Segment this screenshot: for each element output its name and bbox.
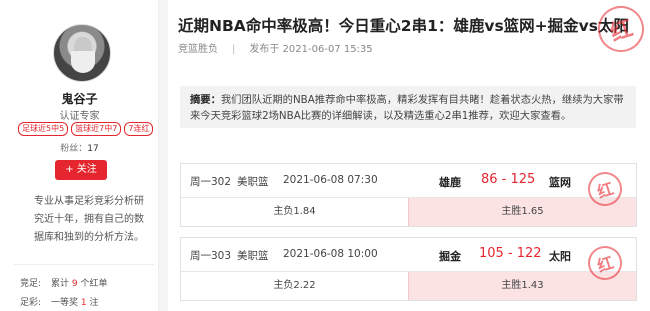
- match-info: 周一303 美职篮 2021-06-08 10:00 掘金 105 - 122 …: [181, 238, 636, 285]
- match-options: 主负2.22 主胜1.43: [181, 272, 636, 300]
- article-date: 发布于 2021-06-07 15:35: [249, 44, 373, 55]
- article-summary: 摘要：我们团队近期的NBA推荐命中率极高，精彩发挥有目共睹！趁着状态火热，继续为…: [180, 86, 636, 128]
- sidebar-divider: [14, 264, 154, 265]
- summary-label: 摘要：: [190, 94, 221, 106]
- article-title: 近期NBA命中率极高！今日重心2串1：雄鹿vs篮网+掘金vs太阳: [178, 17, 630, 35]
- away-team: 篮网: [549, 176, 571, 189]
- avatar[interactable]: [53, 24, 111, 82]
- stat-key: 竞足:: [20, 279, 42, 289]
- match-score: 105 - 122: [479, 246, 542, 261]
- match-card: 周一302 美职篮 2021-06-08 07:30 雄鹿 86 - 125 篮…: [180, 163, 637, 227]
- fans-count: 粉丝：17: [0, 141, 159, 154]
- match-code: 周一302: [190, 176, 232, 188]
- author-title: 认证专家: [59, 111, 100, 122]
- author-sidebar: 鬼谷子 认证专家 足球近5中5 篮球近7中7 7连红 粉丝：17 + 关注 专业…: [0, 0, 159, 311]
- match-info: 周一302 美职篮 2021-06-08 07:30 雄鹿 86 - 125 篮…: [181, 164, 636, 211]
- stat-key: 足彩:: [20, 298, 42, 308]
- home-team: 雄鹿: [439, 176, 461, 189]
- author-name[interactable]: 鬼谷子: [0, 90, 159, 107]
- tag-streak: 7连红: [124, 122, 154, 136]
- match-card: 周一303 美职篮 2021-06-08 10:00 掘金 105 - 122 …: [180, 237, 637, 301]
- match-league: 美职篮: [237, 250, 269, 262]
- fans-label: 粉丝：: [60, 144, 88, 154]
- author-bio: 专业从事足彩竞彩分析研究近十年，拥有自己的数据库和独到的分析方法。: [34, 196, 144, 243]
- home-team: 掘金: [439, 250, 461, 263]
- option-away-win[interactable]: 主负2.22: [181, 272, 408, 300]
- stat-pre: 累计: [51, 279, 72, 289]
- match-league: 美职篮: [237, 176, 269, 188]
- match-time: 2021-06-08 07:30: [283, 174, 378, 186]
- stat-post: 注: [86, 298, 99, 308]
- match-time: 2021-06-08 10:00: [283, 248, 378, 260]
- stat-post: 个红单: [77, 279, 108, 289]
- stat-zucai: 足彩: 一等奖 1 注: [20, 295, 99, 308]
- article-category[interactable]: 竞篮胜负: [178, 44, 218, 55]
- tag-basketball: 篮球近7中7: [71, 122, 122, 136]
- author-tags: 足球近5中5 篮球近7中7 7连红: [18, 122, 154, 136]
- match-options: 主负1.84 主胜1.65: [181, 198, 636, 226]
- follow-button[interactable]: + 关注: [55, 160, 107, 180]
- tag-football: 足球近5中5: [18, 122, 69, 136]
- article-main: 近期NBA命中率极高！今日重心2串1：雄鹿vs篮网+掘金vs太阳 竞篮胜负 | 发布…: [168, 0, 650, 311]
- option-away-win[interactable]: 主负1.84: [181, 198, 408, 226]
- fans-value: 17: [87, 144, 99, 154]
- summary-text: 我们团队近期的NBA推荐命中率极高，精彩发挥有目共睹！趁着状态火热，继续为大家带…: [190, 94, 624, 122]
- match-score: 86 - 125: [481, 172, 536, 187]
- meta-separator: |: [232, 44, 236, 55]
- away-team: 太阳: [549, 250, 571, 263]
- stat-pre: 一等奖: [51, 298, 81, 308]
- avatar-beard: [71, 51, 95, 73]
- red-stamp-icon: 红: [592, 0, 650, 58]
- article-meta: 竞篮胜负 | 发布于 2021-06-07 15:35: [178, 40, 373, 55]
- match-code: 周一303: [190, 250, 232, 262]
- stat-jingzu: 竞足: 累计 9 个红单: [20, 276, 108, 289]
